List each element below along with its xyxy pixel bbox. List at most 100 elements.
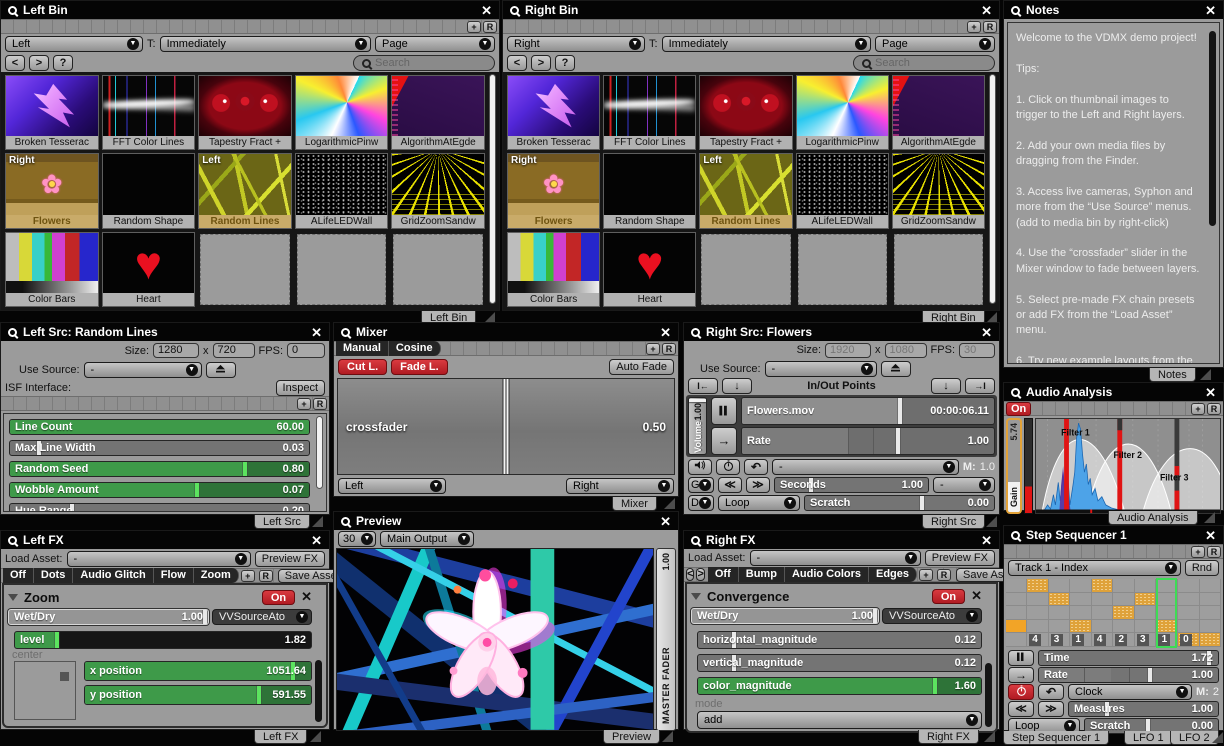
preset-tabstrip[interactable]: + R — [1, 19, 499, 34]
colorbars-thumbnail[interactable] — [6, 233, 98, 293]
randomize-button[interactable]: Rnd — [1185, 560, 1219, 576]
notes-tab[interactable]: Notes — [1149, 368, 1196, 382]
fft-thumbnail[interactable] — [604, 76, 695, 136]
media-cell[interactable]: AlgorithmAtEgde — [892, 75, 985, 150]
step-cell[interactable] — [1200, 606, 1221, 620]
tesseract-thumbnail[interactable] — [508, 76, 599, 136]
step-cell[interactable] — [1049, 593, 1070, 607]
close-icon[interactable]: ✕ — [311, 534, 322, 547]
close-icon[interactable]: ✕ — [981, 4, 992, 17]
add-preset-button[interactable]: + — [1191, 546, 1205, 558]
bin-scrollbar[interactable] — [988, 74, 997, 308]
undo-button[interactable]: ↶ — [1038, 684, 1064, 700]
close-icon[interactable]: ✕ — [1205, 529, 1216, 542]
fx-on-button[interactable]: On — [262, 590, 295, 605]
jump-to-out-button[interactable]: →I — [965, 378, 995, 394]
revert-preset-button[interactable]: R — [662, 343, 676, 355]
fft-thumbnail[interactable] — [103, 76, 195, 136]
step-column[interactable]: 1 — [1070, 579, 1092, 647]
pause-button[interactable]: ▌▌ — [1008, 650, 1034, 666]
trigger-mode-select[interactable]: Immediately▼ — [662, 36, 871, 52]
step-cell[interactable] — [1200, 633, 1221, 647]
set-out-button[interactable]: ↓ — [931, 378, 961, 394]
add-preset-button[interactable]: + — [967, 21, 981, 33]
randomshape-thumbnail[interactable] — [103, 154, 195, 214]
mixer-header[interactable]: Mixer ✕ — [334, 323, 678, 341]
measures-slider[interactable]: Measures1.00 — [1068, 701, 1219, 717]
preset-manual[interactable]: Manual — [336, 341, 389, 356]
layer-select[interactable]: Left▼ — [5, 36, 143, 52]
step-cell[interactable] — [1113, 606, 1134, 620]
right-src-grip[interactable] — [986, 516, 997, 527]
audio-analysis-header[interactable]: Audio Analysis ✕ — [1004, 383, 1223, 401]
x-position-slider[interactable]: x position1051.64 — [84, 661, 312, 681]
left-fx-tab[interactable]: Left FX — [254, 730, 307, 744]
tesseract-thumbnail[interactable] — [6, 76, 98, 136]
prev-frame-button[interactable]: ≪ — [718, 477, 742, 493]
step-cell[interactable] — [1135, 620, 1156, 634]
step-column[interactable]: 2 — [1113, 579, 1135, 647]
flowers-thumbnail[interactable]: Right✿ — [508, 154, 599, 214]
step-cell[interactable] — [1156, 620, 1177, 634]
right-bin-header[interactable]: Right Bin ✕ — [503, 1, 999, 19]
media-cell[interactable]: FFT Color Lines — [102, 75, 196, 150]
center-xy-pad[interactable] — [14, 661, 76, 720]
gridzoom-thumbnail[interactable] — [392, 154, 484, 214]
pause-button[interactable]: ▌▌ — [711, 397, 737, 425]
ledwall-thumbnail[interactable] — [797, 154, 888, 214]
heart-thumbnail[interactable]: ♥ — [604, 233, 695, 293]
add-preset-button[interactable]: + — [297, 398, 311, 410]
vertical-magnitude-slider[interactable]: vertical_magnitude0.12 — [697, 654, 982, 672]
hue-range-slider[interactable]: Hue Range0.20 — [9, 503, 310, 512]
media-cell[interactable]: Color Bars — [5, 232, 99, 307]
notes-scrollbar[interactable] — [1208, 25, 1217, 361]
fx-chip-audio-glitch[interactable]: Audio Glitch — [73, 568, 153, 583]
search-input[interactable]: Search — [353, 55, 495, 71]
heart-thumbnail[interactable]: ♥ — [103, 233, 195, 293]
crossfader-slider[interactable]: crossfader 0.50 — [337, 378, 675, 475]
audio-analysis-grip[interactable] — [1204, 512, 1215, 523]
preview-tab[interactable]: Preview — [603, 730, 660, 744]
step-cell[interactable] — [1200, 620, 1221, 634]
revert-preset-button[interactable]: R — [1207, 546, 1221, 558]
media-cell[interactable]: Random Shape — [603, 153, 696, 228]
collapse-triangle-icon[interactable] — [8, 594, 18, 601]
add-preset-button[interactable]: + — [467, 21, 481, 33]
load-asset-select[interactable]: -▼ — [67, 551, 251, 567]
step-cell[interactable] — [1070, 593, 1091, 607]
step-cell[interactable] — [1135, 606, 1156, 620]
fx-scrollbar[interactable] — [314, 587, 323, 724]
inspect-magnifier-icon[interactable] — [691, 536, 700, 545]
revert-preset-button[interactable]: R — [259, 570, 273, 582]
height-field[interactable]: 720 — [213, 343, 255, 358]
jump-to-in-button[interactable]: I← — [688, 378, 718, 394]
inspect-button[interactable]: Inspect — [276, 380, 325, 396]
left-src-grip[interactable] — [312, 516, 323, 527]
step-column[interactable]: 3 — [1135, 579, 1157, 647]
collapse-triangle-icon[interactable] — [691, 593, 701, 600]
mixer-right-select[interactable]: Right▼ — [566, 478, 674, 494]
notes-header[interactable]: Notes ✕ — [1004, 1, 1223, 19]
step-cell[interactable] — [1049, 620, 1070, 634]
add-preset-button[interactable]: + — [919, 569, 933, 581]
next-chip-button[interactable]: > — [696, 568, 704, 581]
max-line-width-slider[interactable]: Max Line Width0.03 — [9, 440, 310, 456]
inspect-magnifier-icon[interactable] — [1011, 6, 1020, 15]
auto-fade-button[interactable]: Auto Fade — [609, 359, 674, 375]
media-cell[interactable]: LogarithmicPinw — [295, 75, 389, 150]
step-cell[interactable] — [1070, 579, 1091, 593]
close-icon[interactable]: ✕ — [981, 326, 992, 339]
left-bin-header[interactable]: Left Bin ✕ — [1, 1, 499, 19]
media-cell[interactable]: Random Shape — [102, 153, 196, 228]
close-icon[interactable]: ✕ — [660, 326, 671, 339]
inspect-magnifier-icon[interactable] — [8, 536, 17, 545]
fx-source-select[interactable]: VVSourceAto▼ — [882, 608, 982, 624]
media-cell[interactable]: FFT Color Lines — [603, 75, 696, 150]
left-fx-header[interactable]: Left FX ✕ — [1, 531, 329, 549]
media-cell[interactable]: GridZoomSandw — [391, 153, 485, 228]
algorithm-thumbnail[interactable] — [392, 76, 484, 136]
revert-preset-button[interactable]: R — [1207, 403, 1221, 415]
fx-chip-off[interactable]: Off — [3, 568, 34, 583]
fx-chip-audio-colors[interactable]: Audio Colors — [785, 567, 869, 582]
close-icon[interactable]: ✕ — [481, 4, 492, 17]
